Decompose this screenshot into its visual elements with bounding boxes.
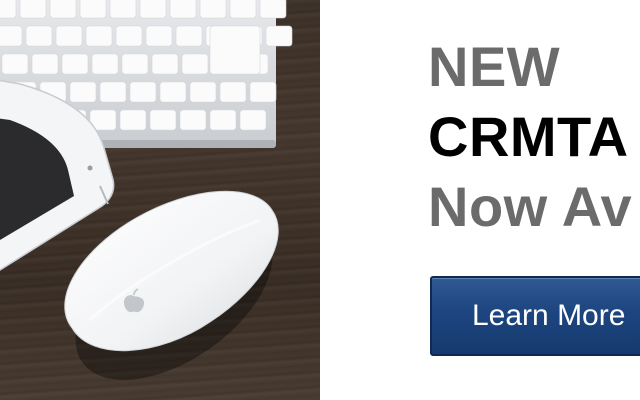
promo-banner: NEW CRMTA Now Av Learn More xyxy=(0,0,640,400)
headline-line-new: NEW xyxy=(428,35,561,98)
keyboard-key xyxy=(31,53,59,75)
keyboard-key xyxy=(121,53,149,75)
desk-photo xyxy=(0,0,320,400)
keyboard-key xyxy=(0,0,17,19)
keyboard-key xyxy=(145,25,173,47)
keyboard-key xyxy=(129,81,157,103)
keyboard-key xyxy=(159,81,187,103)
keyboard-key xyxy=(115,25,143,47)
keyboard-key xyxy=(109,0,137,19)
keyboard-key xyxy=(209,109,237,131)
keyboard-key xyxy=(259,0,287,19)
keyboard-key xyxy=(209,25,261,75)
keyboard-key xyxy=(0,25,23,47)
keyboard-key xyxy=(239,109,267,131)
keyboard-key xyxy=(99,81,127,103)
headline-line-availability: Now Av xyxy=(428,175,633,238)
keyboard-key xyxy=(175,25,203,47)
keyboard-key xyxy=(149,109,177,131)
keyboard-key xyxy=(199,0,227,19)
keyboard-key xyxy=(169,0,197,19)
mouse-image xyxy=(64,190,279,352)
keyboard-key xyxy=(91,53,119,75)
keyboard-key xyxy=(61,53,89,75)
keyboard-key xyxy=(25,25,53,47)
keyboard-key xyxy=(179,109,207,131)
learn-more-button[interactable]: Learn More xyxy=(430,276,640,356)
keyboard-key xyxy=(69,81,97,103)
keyboard-key xyxy=(151,53,179,75)
keyboard-key xyxy=(119,109,147,131)
keyboard-key xyxy=(55,25,83,47)
keyboard-key xyxy=(49,0,77,19)
keyboard-key xyxy=(139,0,167,19)
keyboard-key xyxy=(265,25,293,47)
keyboard-key xyxy=(79,0,107,19)
keyboard-key xyxy=(229,0,257,19)
keyboard-key xyxy=(249,81,277,103)
keyboard-key xyxy=(85,25,113,47)
keyboard-key xyxy=(1,53,29,75)
headline-line-product: CRMTA xyxy=(428,105,629,168)
keyboard-key xyxy=(181,53,209,75)
keyboard-key xyxy=(19,0,47,19)
headline: NEW CRMTA Now Av xyxy=(428,32,640,242)
keyboard-key xyxy=(219,81,247,103)
keyboard-key xyxy=(189,81,217,103)
